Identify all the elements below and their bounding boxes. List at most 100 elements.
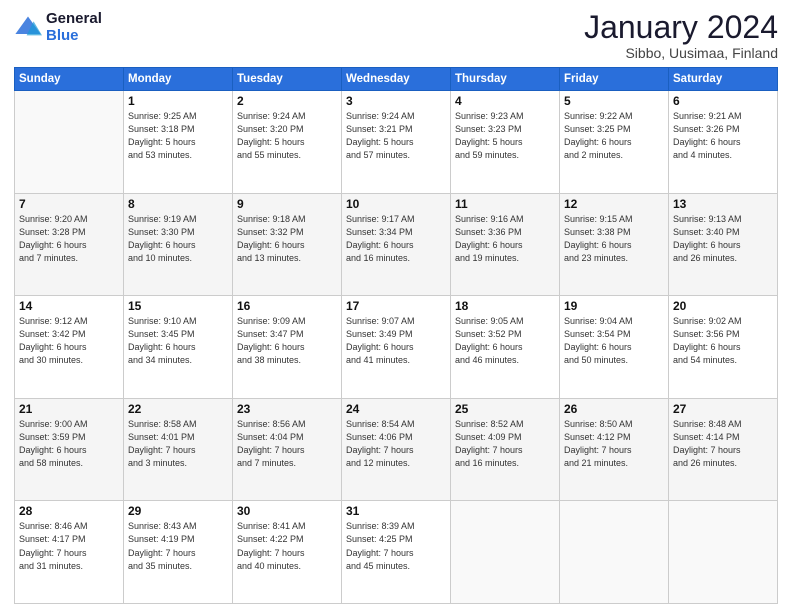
day-info: Sunrise: 9:25 AM Sunset: 3:18 PM Dayligh… bbox=[128, 110, 228, 162]
day-number: 3 bbox=[346, 94, 446, 108]
calendar-day-cell: 5 Sunrise: 9:22 AM Sunset: 3:25 PM Daylig… bbox=[560, 91, 669, 194]
day-number: 15 bbox=[128, 299, 228, 313]
calendar-day-cell: 19 Sunrise: 9:04 AM Sunset: 3:54 PM Dayli… bbox=[560, 296, 669, 399]
calendar-day-cell: 29 Sunrise: 8:43 AM Sunset: 4:19 PM Dayli… bbox=[124, 501, 233, 604]
day-info: Sunrise: 8:41 AM Sunset: 4:22 PM Dayligh… bbox=[237, 520, 337, 572]
calendar-day-cell bbox=[560, 501, 669, 604]
calendar-week-row: 21 Sunrise: 9:00 AM Sunset: 3:59 PM Dayli… bbox=[15, 398, 778, 501]
day-number: 8 bbox=[128, 197, 228, 211]
day-number: 27 bbox=[673, 402, 773, 416]
day-info: Sunrise: 8:48 AM Sunset: 4:14 PM Dayligh… bbox=[673, 418, 773, 470]
day-info: Sunrise: 9:22 AM Sunset: 3:25 PM Dayligh… bbox=[564, 110, 664, 162]
logo: General Blue bbox=[14, 10, 102, 45]
calendar-day-cell: 21 Sunrise: 9:00 AM Sunset: 3:59 PM Dayli… bbox=[15, 398, 124, 501]
page-title: January 2024 bbox=[584, 10, 778, 45]
calendar-day-cell: 13Sunrise: 9:13 AM Sunset: 3:40 PM Dayli… bbox=[669, 193, 778, 296]
calendar-day-cell: 12 Sunrise: 9:15 AM Sunset: 3:38 PM Dayli… bbox=[560, 193, 669, 296]
calendar-day-cell: 14Sunrise: 9:12 AM Sunset: 3:42 PM Dayli… bbox=[15, 296, 124, 399]
calendar-day-cell: 7 Sunrise: 9:20 AM Sunset: 3:28 PM Daylig… bbox=[15, 193, 124, 296]
day-info: Sunrise: 9:00 AM Sunset: 3:59 PM Dayligh… bbox=[19, 418, 119, 470]
calendar-day-cell: 30Sunrise: 8:41 AM Sunset: 4:22 PM Dayli… bbox=[233, 501, 342, 604]
day-info: Sunrise: 8:50 AM Sunset: 4:12 PM Dayligh… bbox=[564, 418, 664, 470]
day-number: 4 bbox=[455, 94, 555, 108]
day-info: Sunrise: 9:05 AM Sunset: 3:52 PM Dayligh… bbox=[455, 315, 555, 367]
day-info: Sunrise: 9:10 AM Sunset: 3:45 PM Dayligh… bbox=[128, 315, 228, 367]
day-number: 29 bbox=[128, 504, 228, 518]
day-info: Sunrise: 9:21 AM Sunset: 3:26 PM Dayligh… bbox=[673, 110, 773, 162]
day-info: Sunrise: 9:16 AM Sunset: 3:36 PM Dayligh… bbox=[455, 213, 555, 265]
calendar-week-row: 14Sunrise: 9:12 AM Sunset: 3:42 PM Dayli… bbox=[15, 296, 778, 399]
day-number: 7 bbox=[19, 197, 119, 211]
day-info: Sunrise: 8:58 AM Sunset: 4:01 PM Dayligh… bbox=[128, 418, 228, 470]
day-info: Sunrise: 8:46 AM Sunset: 4:17 PM Dayligh… bbox=[19, 520, 119, 572]
calendar-day-cell: 6Sunrise: 9:21 AM Sunset: 3:26 PM Daylig… bbox=[669, 91, 778, 194]
calendar-day-cell: 31 Sunrise: 8:39 AM Sunset: 4:25 PM Dayli… bbox=[342, 501, 451, 604]
day-info: Sunrise: 9:15 AM Sunset: 3:38 PM Dayligh… bbox=[564, 213, 664, 265]
day-number: 24 bbox=[346, 402, 446, 416]
day-info: Sunrise: 9:12 AM Sunset: 3:42 PM Dayligh… bbox=[19, 315, 119, 367]
day-number: 12 bbox=[564, 197, 664, 211]
day-number: 2 bbox=[237, 94, 337, 108]
calendar-day-cell: 10 Sunrise: 9:17 AM Sunset: 3:34 PM Dayli… bbox=[342, 193, 451, 296]
calendar-day-cell: 27 Sunrise: 8:48 AM Sunset: 4:14 PM Dayli… bbox=[669, 398, 778, 501]
day-info: Sunrise: 9:09 AM Sunset: 3:47 PM Dayligh… bbox=[237, 315, 337, 367]
header: General Blue January 2024 Sibbo, Uusimaa… bbox=[14, 10, 778, 61]
day-number: 20 bbox=[673, 299, 773, 313]
calendar-day-cell bbox=[669, 501, 778, 604]
calendar-day-cell: 22 Sunrise: 8:58 AM Sunset: 4:01 PM Dayli… bbox=[124, 398, 233, 501]
calendar-day-cell: 20 Sunrise: 9:02 AM Sunset: 3:56 PM Dayli… bbox=[669, 296, 778, 399]
calendar-day-cell: 3 Sunrise: 9:24 AM Sunset: 3:21 PM Daylig… bbox=[342, 91, 451, 194]
day-info: Sunrise: 9:20 AM Sunset: 3:28 PM Dayligh… bbox=[19, 213, 119, 265]
calendar-day-cell: 1 Sunrise: 9:25 AM Sunset: 3:18 PM Daylig… bbox=[124, 91, 233, 194]
calendar-day-cell: 24 Sunrise: 8:54 AM Sunset: 4:06 PM Dayli… bbox=[342, 398, 451, 501]
day-number: 25 bbox=[455, 402, 555, 416]
page-subtitle: Sibbo, Uusimaa, Finland bbox=[584, 45, 778, 61]
day-number: 18 bbox=[455, 299, 555, 313]
day-number: 13 bbox=[673, 197, 773, 211]
logo-text: General Blue bbox=[46, 10, 102, 45]
day-info: Sunrise: 9:24 AM Sunset: 3:20 PM Dayligh… bbox=[237, 110, 337, 162]
day-number: 17 bbox=[346, 299, 446, 313]
calendar-day-cell: 18 Sunrise: 9:05 AM Sunset: 3:52 PM Dayli… bbox=[451, 296, 560, 399]
calendar-day-cell: 4Sunrise: 9:23 AM Sunset: 3:23 PM Daylig… bbox=[451, 91, 560, 194]
day-info: Sunrise: 8:52 AM Sunset: 4:09 PM Dayligh… bbox=[455, 418, 555, 470]
day-info: Sunrise: 9:02 AM Sunset: 3:56 PM Dayligh… bbox=[673, 315, 773, 367]
calendar-day-cell: 28Sunrise: 8:46 AM Sunset: 4:17 PM Dayli… bbox=[15, 501, 124, 604]
calendar-day-cell bbox=[451, 501, 560, 604]
day-number: 16 bbox=[237, 299, 337, 313]
day-info: Sunrise: 9:18 AM Sunset: 3:32 PM Dayligh… bbox=[237, 213, 337, 265]
weekday-header-friday: Friday bbox=[560, 68, 669, 91]
calendar-day-cell: 11 Sunrise: 9:16 AM Sunset: 3:36 PM Dayli… bbox=[451, 193, 560, 296]
day-number: 21 bbox=[19, 402, 119, 416]
weekday-header-saturday: Saturday bbox=[669, 68, 778, 91]
weekday-header-wednesday: Wednesday bbox=[342, 68, 451, 91]
day-info: Sunrise: 9:24 AM Sunset: 3:21 PM Dayligh… bbox=[346, 110, 446, 162]
day-info: Sunrise: 8:54 AM Sunset: 4:06 PM Dayligh… bbox=[346, 418, 446, 470]
day-number: 22 bbox=[128, 402, 228, 416]
day-info: Sunrise: 9:07 AM Sunset: 3:49 PM Dayligh… bbox=[346, 315, 446, 367]
calendar-day-cell: 26 Sunrise: 8:50 AM Sunset: 4:12 PM Dayli… bbox=[560, 398, 669, 501]
day-number: 10 bbox=[346, 197, 446, 211]
calendar-day-cell: 17 Sunrise: 9:07 AM Sunset: 3:49 PM Dayli… bbox=[342, 296, 451, 399]
weekday-header-row: SundayMondayTuesdayWednesdayThursdayFrid… bbox=[15, 68, 778, 91]
day-number: 1 bbox=[128, 94, 228, 108]
day-number: 19 bbox=[564, 299, 664, 313]
calendar-day-cell: 25 Sunrise: 8:52 AM Sunset: 4:09 PM Dayli… bbox=[451, 398, 560, 501]
day-info: Sunrise: 9:19 AM Sunset: 3:30 PM Dayligh… bbox=[128, 213, 228, 265]
day-number: 5 bbox=[564, 94, 664, 108]
day-info: Sunrise: 9:04 AM Sunset: 3:54 PM Dayligh… bbox=[564, 315, 664, 367]
day-number: 9 bbox=[237, 197, 337, 211]
day-number: 26 bbox=[564, 402, 664, 416]
day-number: 31 bbox=[346, 504, 446, 518]
weekday-header-tuesday: Tuesday bbox=[233, 68, 342, 91]
calendar-day-cell: 2 Sunrise: 9:24 AM Sunset: 3:20 PM Daylig… bbox=[233, 91, 342, 194]
calendar-day-cell: 9 Sunrise: 9:18 AM Sunset: 3:32 PM Daylig… bbox=[233, 193, 342, 296]
calendar-week-row: 1 Sunrise: 9:25 AM Sunset: 3:18 PM Daylig… bbox=[15, 91, 778, 194]
day-number: 11 bbox=[455, 197, 555, 211]
day-info: Sunrise: 8:43 AM Sunset: 4:19 PM Dayligh… bbox=[128, 520, 228, 572]
day-info: Sunrise: 8:39 AM Sunset: 4:25 PM Dayligh… bbox=[346, 520, 446, 572]
day-info: Sunrise: 9:17 AM Sunset: 3:34 PM Dayligh… bbox=[346, 213, 446, 265]
calendar-day-cell: 23Sunrise: 8:56 AM Sunset: 4:04 PM Dayli… bbox=[233, 398, 342, 501]
calendar-week-row: 28Sunrise: 8:46 AM Sunset: 4:17 PM Dayli… bbox=[15, 501, 778, 604]
calendar-day-cell: 15 Sunrise: 9:10 AM Sunset: 3:45 PM Dayli… bbox=[124, 296, 233, 399]
